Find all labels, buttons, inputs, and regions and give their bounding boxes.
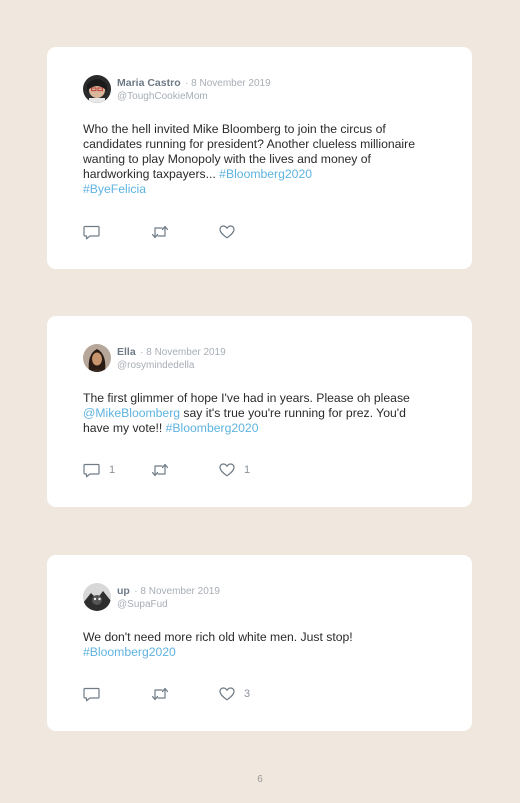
like-button[interactable]: 1 [219, 463, 250, 477]
tweet-text: We don't need more rich old white men. J… [83, 630, 423, 660]
hashtag-link[interactable]: #Bloomberg2020 [166, 421, 259, 435]
reply-icon [83, 463, 100, 478]
tweet-meta: Ella · 8 November 2019 @rosymindedella [117, 344, 226, 372]
retweet-button[interactable] [151, 463, 219, 477]
like-icon [219, 463, 235, 477]
author-name[interactable]: up [117, 585, 130, 597]
tweet-card: Maria Castro · 8 November 2019 @ToughCoo… [47, 47, 472, 269]
avatar[interactable] [83, 344, 111, 372]
reply-button[interactable]: 1 [83, 463, 151, 478]
author-handle[interactable]: @rosymindedella [117, 359, 226, 372]
retweet-button[interactable] [151, 225, 219, 239]
author-name[interactable]: Maria Castro [117, 77, 181, 89]
author-name[interactable]: Ella [117, 346, 136, 358]
reply-button[interactable] [83, 687, 151, 702]
tweet-header: Ella · 8 November 2019 @rosymindedella [83, 344, 226, 372]
author-handle[interactable]: @ToughCookieMom [117, 90, 271, 103]
tweet-actions [83, 224, 244, 240]
tweet-header: Maria Castro · 8 November 2019 @ToughCoo… [83, 75, 271, 103]
tweet-meta: up · 8 November 2019 @SupaFud [117, 583, 220, 611]
author-handle[interactable]: @SupaFud [117, 598, 220, 611]
tweet-text: The first glimmer of hope I've had in ye… [83, 391, 423, 436]
hashtag-link[interactable]: #ByeFelicia [83, 182, 146, 196]
retweet-icon [151, 463, 169, 477]
hashtag-link[interactable]: #Bloomberg2020 [219, 167, 312, 181]
tweet-header: up · 8 November 2019 @SupaFud [83, 583, 220, 611]
like-count: 3 [244, 688, 251, 700]
retweet-icon [151, 225, 169, 239]
like-button[interactable]: 3 [219, 687, 250, 701]
reply-icon [83, 687, 100, 702]
reply-count: 1 [109, 464, 116, 476]
reply-icon [83, 225, 100, 240]
avatar[interactable] [83, 583, 111, 611]
tweet-card: Ella · 8 November 2019 @rosymindedella T… [47, 316, 472, 507]
tweet-card: up · 8 November 2019 @SupaFud We don't n… [47, 555, 472, 731]
mention-link[interactable]: @MikeBloomberg [83, 406, 180, 420]
like-icon [219, 687, 235, 701]
tweet-text: Who the hell invited Mike Bloomberg to j… [83, 122, 423, 197]
avatar[interactable] [83, 75, 111, 103]
tweet-text-part: The first glimmer of hope I've had in ye… [83, 391, 410, 405]
like-count: 1 [244, 464, 251, 476]
tweet-actions: 3 [83, 686, 250, 702]
tweet-date[interactable]: · 8 November 2019 [185, 78, 271, 89]
like-button[interactable] [219, 225, 244, 239]
tweet-text-part: We don't need more rich old white men. J… [83, 630, 353, 644]
retweet-icon [151, 687, 169, 701]
retweet-button[interactable] [151, 687, 219, 701]
page-number: 6 [257, 774, 263, 785]
tweet-date[interactable]: · 8 November 2019 [134, 586, 220, 597]
tweet-date[interactable]: · 8 November 2019 [140, 347, 226, 358]
hashtag-link[interactable]: #Bloomberg2020 [83, 645, 176, 659]
reply-button[interactable] [83, 225, 151, 240]
like-icon [219, 225, 235, 239]
tweet-meta: Maria Castro · 8 November 2019 @ToughCoo… [117, 75, 271, 103]
tweet-actions: 1 1 [83, 462, 250, 478]
